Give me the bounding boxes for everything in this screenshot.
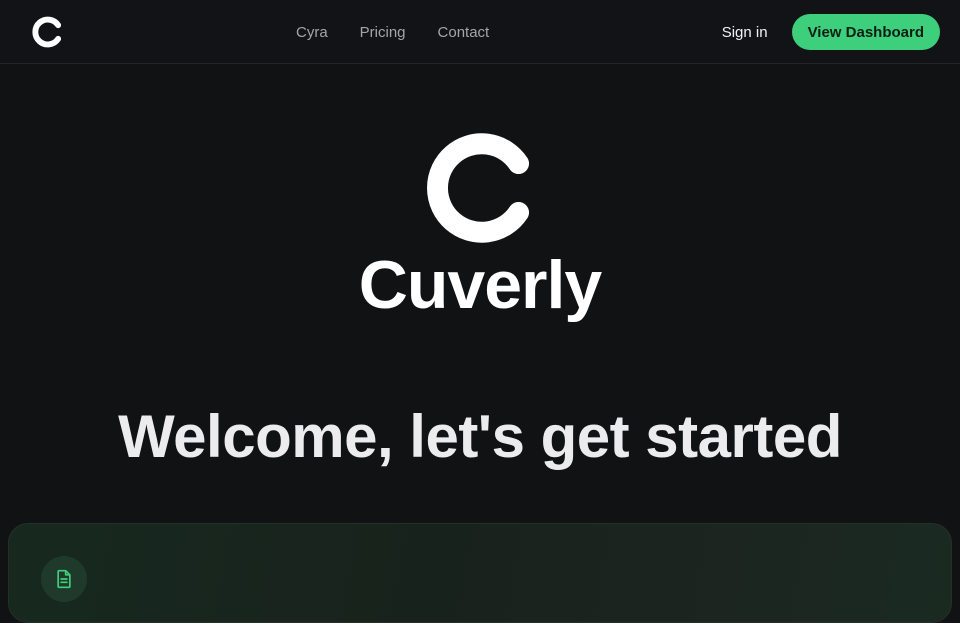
card-icon-badge bbox=[41, 556, 87, 602]
hero-logo-icon bbox=[427, 133, 530, 243]
nav-actions: Sign in View Dashboard bbox=[722, 14, 940, 50]
nav-link-pricing[interactable]: Pricing bbox=[360, 24, 406, 41]
brand-name: Cuverly bbox=[358, 247, 602, 323]
getting-started-card[interactable] bbox=[8, 523, 952, 623]
view-dashboard-button[interactable]: View Dashboard bbox=[791, 14, 940, 50]
welcome-heading: Welcome, let's get started bbox=[118, 403, 842, 470]
nav-link-contact[interactable]: Contact bbox=[438, 24, 490, 41]
cuverly-logo-icon[interactable] bbox=[30, 14, 64, 50]
document-icon bbox=[57, 569, 71, 589]
sign-in-link[interactable]: Sign in bbox=[722, 24, 768, 41]
primary-nav: Cyra Pricing Contact bbox=[296, 0, 489, 64]
nav-link-cyra[interactable]: Cyra bbox=[296, 24, 328, 41]
top-navbar: Cyra Pricing Contact Sign in View Dashbo… bbox=[0, 0, 960, 64]
